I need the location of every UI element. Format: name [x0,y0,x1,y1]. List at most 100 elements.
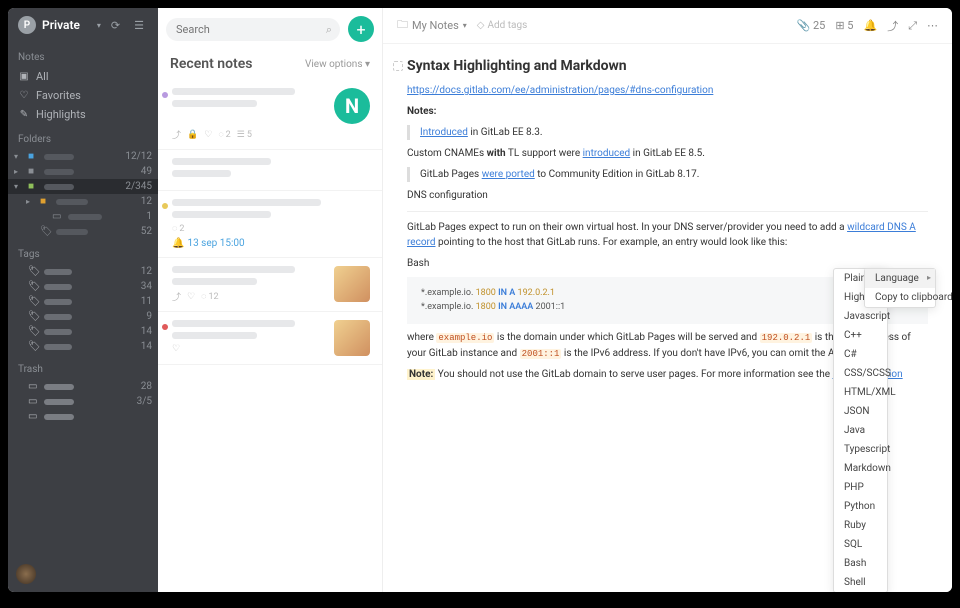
folder-icon: ■ [28,151,40,162]
folder-item[interactable]: ▸■12 [8,194,158,209]
folder-count: 49 [141,166,152,177]
notes-list-panel: ⌕ + Recent notes View options ▾ N ⤴ 🔒 ♡ … [158,8,383,592]
heart-icon: ♡ [18,90,30,101]
menu-item[interactable]: JSON [834,402,887,421]
language-submenu[interactable]: Plain TextHighlightJavascriptC++C#CSS/SC… [833,268,888,592]
attachment-button[interactable]: 📎 25 [797,19,826,32]
tag-count: 11 [141,296,152,307]
comment-count: ◌ 2 [172,223,184,234]
note-content: 🗀 My Notes ▾ ◇ Add tags 📎 25 ⊞ 5 🔔 ⤴ ⤢ ⋯… [383,8,952,592]
notifications-icon[interactable]: 🔔 [863,19,877,32]
menu-item[interactable]: Python [834,497,887,516]
menu-item[interactable]: HTML/XML [834,383,887,402]
user-avatar[interactable] [16,564,36,584]
menu-item[interactable]: Typescript [834,440,887,459]
section-notes: Notes [8,42,158,67]
doc-title: Syntax Highlighting and Markdown [407,56,928,77]
chevron-down-icon: ▾ [463,21,467,30]
menu-item[interactable]: CSS/SCSS [834,364,887,383]
tag-item[interactable]: 🏷34 [8,279,158,294]
caret-icon: ▸ [26,197,36,206]
divider [407,211,928,212]
folder-item[interactable]: 🏷 52 [8,224,158,239]
menu-item[interactable]: Shell [834,573,887,592]
folder-icon: 🗀 [397,16,408,35]
share-icon[interactable]: ⤴ [887,18,898,34]
note-thumb-image [334,320,370,356]
nav-highlights[interactable]: ✎ Highlights [8,105,158,124]
tag-count: 14 [141,326,152,337]
note-card[interactable] [158,150,382,191]
note-thumb-icon: N [334,88,370,124]
menu-item[interactable]: Copy to clipboard [865,288,935,307]
trash-icon: ▭ [28,381,40,392]
tag-icon: 🏷 [28,296,40,307]
menu-item[interactable]: C# [834,345,887,364]
expand-icon[interactable]: ⤢ [908,19,917,33]
tag-item[interactable]: 🏷14 [8,339,158,354]
search-input[interactable] [166,18,340,41]
trash-item[interactable]: ▭28 [8,379,158,394]
section-tags: Tags [8,239,158,264]
doc-link[interactable]: introduced [583,148,631,159]
doc-link[interactable]: https://docs.gitlab.com/ee/administratio… [407,85,713,96]
folder-item[interactable]: ▸■49 [8,164,158,179]
folder-count: 52 [141,226,152,237]
nav-favorites[interactable]: ♡ Favorites [8,86,158,105]
caret-icon: ▾ [14,182,24,191]
trash-item[interactable]: ▭ [8,409,158,424]
trash-count: 3/5 [137,396,152,407]
tag-icon: 🏷 [28,311,40,322]
new-note-button[interactable]: + [348,16,374,42]
note-card[interactable]: ⤴ ♡ ◌ 12 [158,258,382,312]
note-card[interactable]: ♡ [158,312,382,365]
folder-icon: ▭ [52,211,64,222]
share-icon: ⤴ [172,290,181,303]
add-tags-button[interactable]: ◇ Add tags [477,20,527,31]
menu-item[interactable]: Javascript [834,307,887,326]
search-box[interactable]: ⌕ [166,18,340,41]
menu-item[interactable]: C++ [834,326,887,345]
status-dot [162,203,168,209]
chevron-down-icon: ▾ [97,21,101,30]
code-block-context-menu[interactable]: LanguageCopy to clipboard [864,268,936,308]
blockquote: Introduced in GitLab EE 8.3. [407,125,928,140]
breadcrumb[interactable]: 🗀 My Notes ▾ [397,16,467,35]
view-options[interactable]: View options ▾ [305,59,370,70]
bell-icon: 🔔 [172,238,184,249]
menu-item[interactable]: SQL [834,535,887,554]
folder-icon: ■ [40,196,52,207]
tag-count: 9 [146,311,152,322]
more-icon[interactable]: ⋯ [927,19,938,32]
columns-button[interactable]: ⊞ 5 [835,19,853,32]
folder-item[interactable]: ▭1 [8,209,158,224]
menu-item[interactable]: Java [834,421,887,440]
trash-item[interactable]: ▭3/5 [8,394,158,409]
note-card[interactable]: ◌ 2 🔔13 sep 15:00 [158,191,382,258]
grid-icon: ▣ [18,71,30,82]
folder-count: 2/345 [125,181,152,192]
tag-item[interactable]: 🏷9 [8,309,158,324]
caret-icon: ▾ [14,152,24,161]
tag-item[interactable]: 🏷12 [8,264,158,279]
folder-item[interactable]: ▾ ■ 2/345 [8,179,158,194]
menu-item[interactable]: Ruby [834,516,887,535]
menu-icon[interactable]: ☰ [130,19,148,32]
paragraph: GitLab Pages expect to run on their own … [407,220,928,250]
workspace-switcher[interactable]: P Private ▾ ⟳ ☰ [8,8,158,42]
menu-item[interactable]: Language [865,269,935,288]
menu-item[interactable]: Markdown [834,459,887,478]
section-folders: Folders [8,124,158,149]
menu-item[interactable]: PHP [834,478,887,497]
folder-icon: 🏷 [40,226,52,237]
tag-item[interactable]: 🏷14 [8,324,158,339]
menu-item[interactable]: Bash [834,554,887,573]
doc-link[interactable]: Introduced [420,127,468,138]
sync-icon[interactable]: ⟳ [107,19,124,32]
tag-item[interactable]: 🏷 11 [8,294,158,309]
note-card[interactable]: N ⤴ 🔒 ♡ ◌ 2 ☰ 5 [158,80,382,150]
doc-link[interactable]: were ported [482,169,535,180]
folder-icon: ■ [28,181,40,192]
folder-item[interactable]: ▾■12/12 [8,149,158,164]
nav-all[interactable]: ▣ All [8,67,158,86]
